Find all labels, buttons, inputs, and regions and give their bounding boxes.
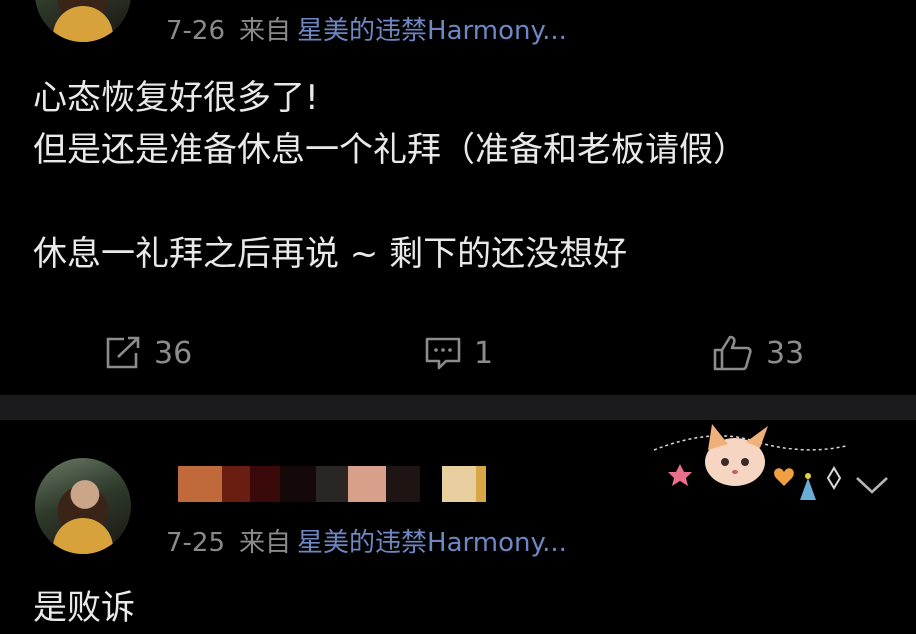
post-meta: 7-25 来自 星美的违禁Harmony... [166, 522, 581, 559]
redacted-username [178, 466, 486, 502]
like-count: 33 [766, 335, 805, 371]
repost-count: 36 [154, 335, 193, 371]
via-label: 来自 [239, 16, 292, 46]
post-text: 是败诉 [33, 588, 135, 628]
comment-button[interactable]: 1 [424, 328, 493, 378]
post-date: 7-26 [166, 16, 226, 46]
comment-count: 1 [474, 335, 494, 371]
post-text: 心态恢复好很多了! 但是还是准备休息一个礼拜（准备和老板请假） 休息一礼拜之后再… [33, 78, 747, 274]
post-date: 7-25 [166, 528, 226, 558]
source-link[interactable]: 星美的违禁Harmony... [297, 528, 567, 558]
via-label: 来自 [239, 528, 292, 558]
avatar[interactable] [35, 0, 131, 42]
post-card-1: 7-26 来自 星美的违禁Harmony... 心态恢复好很多了! 但是还是准备休息… [0, 0, 916, 395]
action-bar: 36 1 33 [0, 328, 916, 378]
repost-button[interactable]: 36 [104, 328, 192, 378]
chevron-down-icon[interactable] [852, 470, 892, 498]
thumbs-up-icon [713, 335, 752, 371]
comment-icon [425, 337, 461, 370]
avatar[interactable] [35, 458, 131, 554]
source-link[interactable]: 星美的违禁Harmony... [297, 16, 567, 46]
like-button[interactable]: 33 [712, 328, 804, 378]
post-divider [0, 395, 916, 420]
post-meta: 7-26 来自 星美的违禁Harmony... [166, 10, 581, 47]
decorative-sticker [653, 424, 847, 500]
repost-icon [106, 336, 140, 369]
